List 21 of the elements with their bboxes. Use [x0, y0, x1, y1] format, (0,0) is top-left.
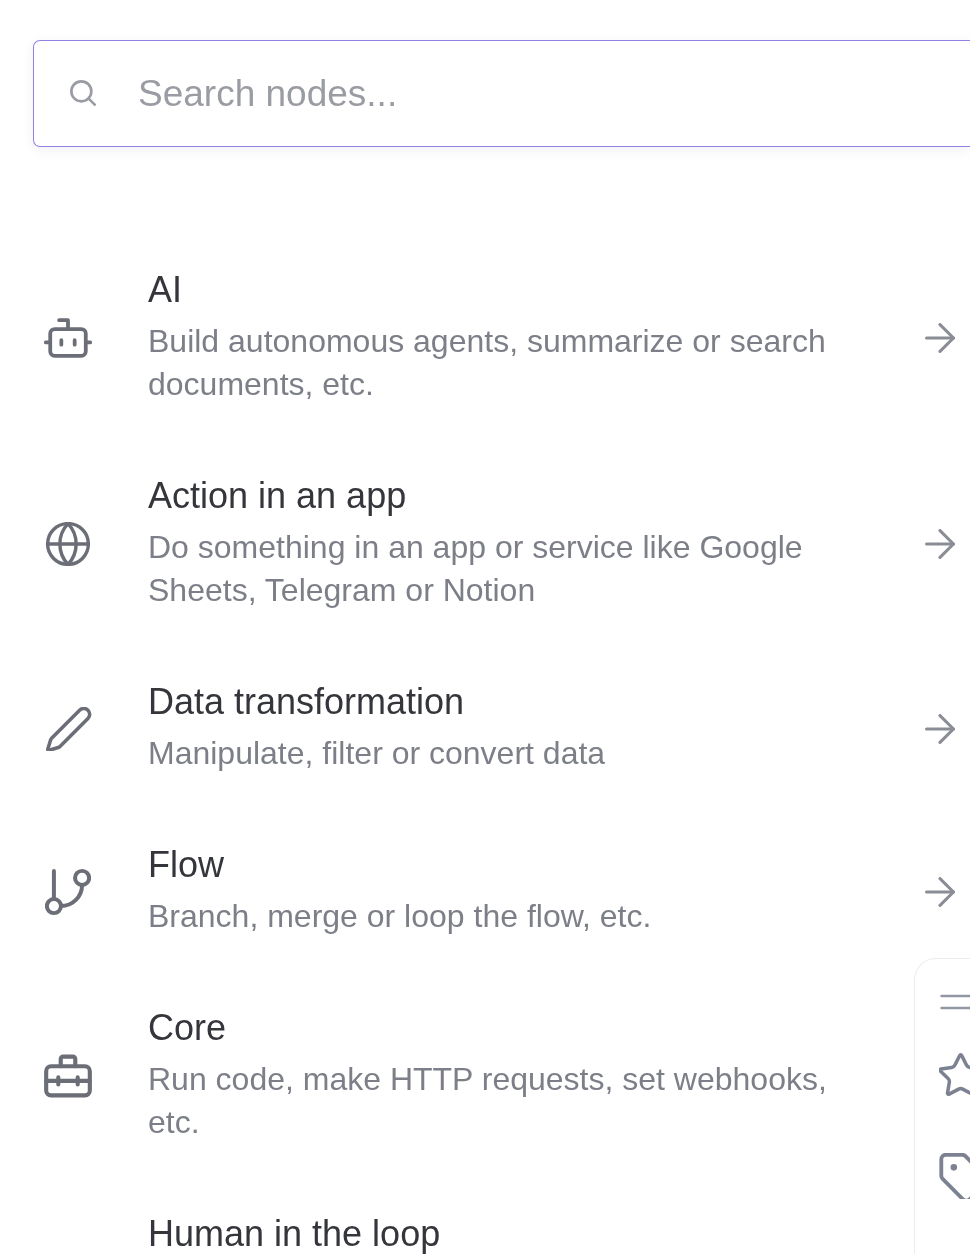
globe-icon	[44, 522, 92, 566]
menu-icon[interactable]	[939, 994, 970, 1010]
category-description: Branch, merge or loop the flow, etc.	[148, 897, 652, 936]
pencil-icon	[44, 706, 92, 751]
category-title[interactable]: Action in an app	[148, 476, 407, 516]
category-title[interactable]: Core	[148, 1008, 227, 1048]
category-title[interactable]: AI	[148, 270, 182, 310]
category-description: Run code, make HTTP requests, set webhooks, etc.	[148, 1060, 828, 1142]
branch-icon	[45, 867, 91, 916]
robot-icon	[44, 316, 92, 360]
category-title[interactable]: Data transformation	[148, 682, 465, 722]
star-icon[interactable]	[939, 1053, 970, 1099]
category-title[interactable]: Human in the loop	[148, 1214, 441, 1254]
briefcase-icon	[44, 1054, 92, 1098]
category-description: Manipulate, filter or convert data	[148, 734, 606, 773]
category-description: Build autonomous agents, summarize or search documents, etc.	[148, 322, 827, 404]
tag-icon[interactable]	[939, 1153, 970, 1199]
search-icon	[70, 80, 96, 106]
search-field[interactable]: Search nodes...	[33, 40, 970, 147]
category-title[interactable]: Flow	[148, 845, 224, 885]
category-description: Do something in an app or service like Google Sheets, Telegram or Notion	[148, 528, 804, 610]
